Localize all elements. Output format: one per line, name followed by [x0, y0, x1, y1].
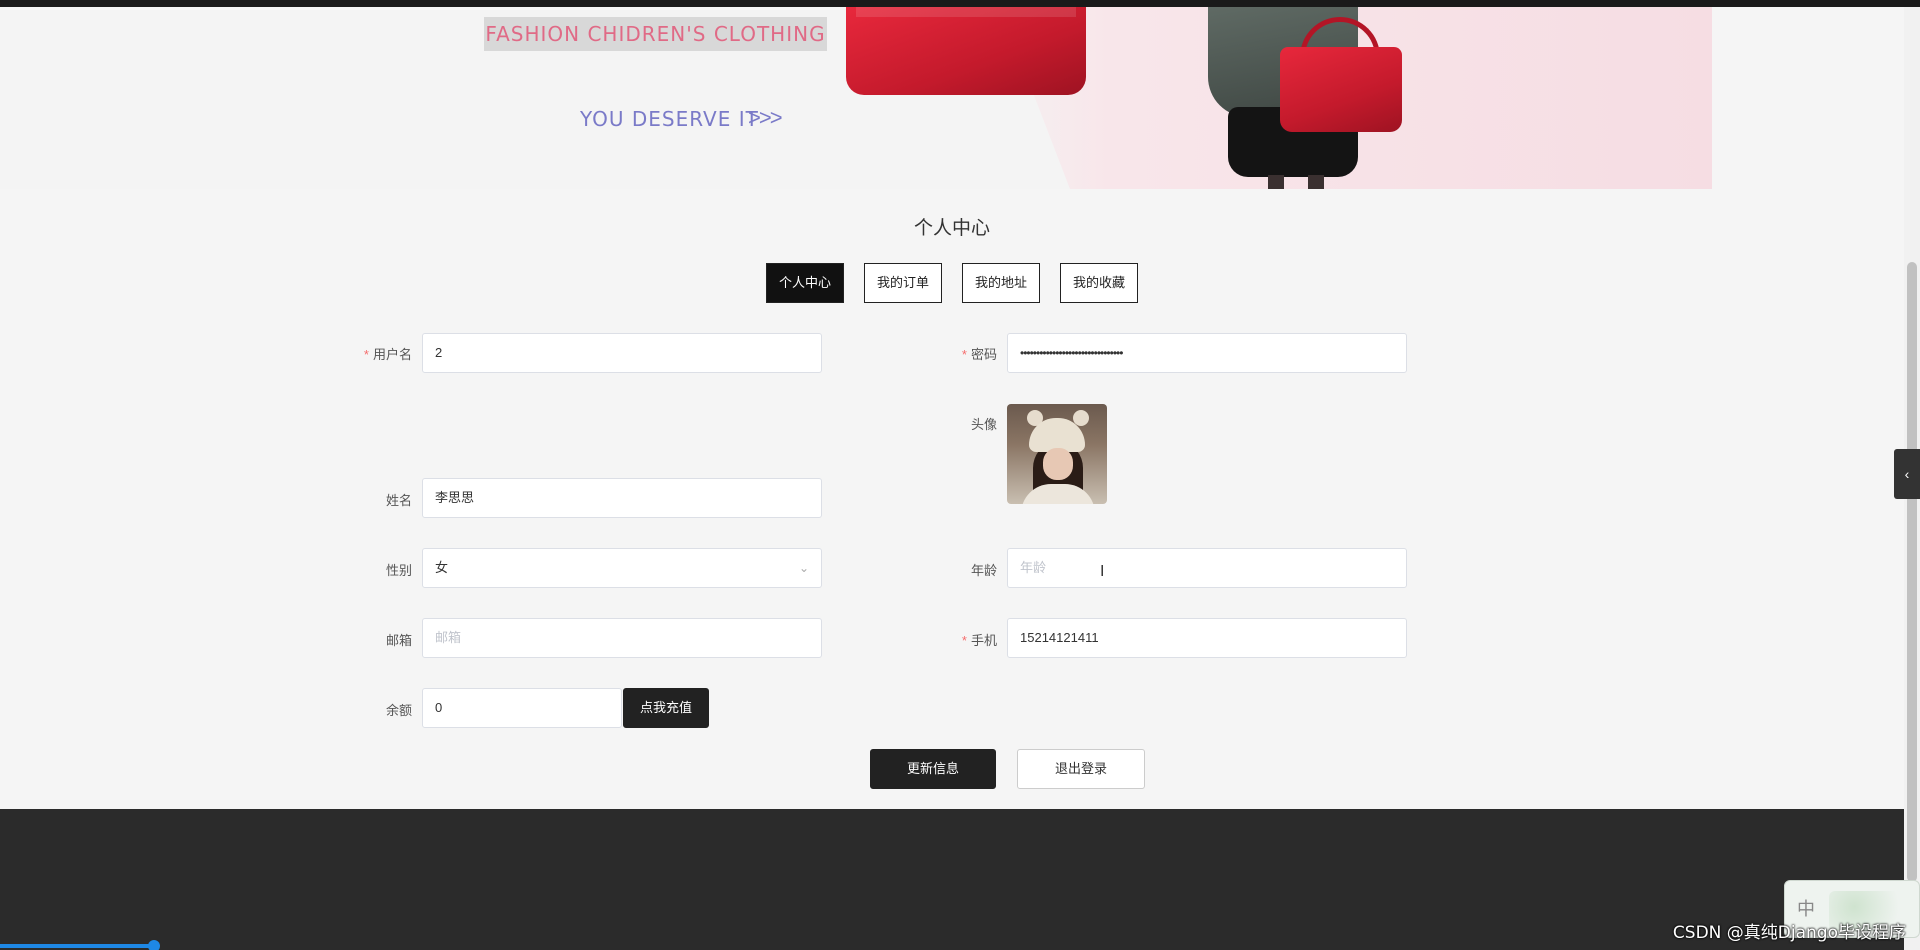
text-cursor-icon: I: [1100, 563, 1105, 580]
top-strip: [0, 0, 1920, 7]
age-input[interactable]: 年龄: [1007, 548, 1407, 588]
age-label: 年龄: [970, 563, 997, 578]
page-title: 个人中心: [913, 218, 990, 239]
chevron-down-icon: ⌄: [798, 561, 809, 575]
avatar-upload[interactable]: [1007, 404, 1107, 504]
model-leg: [1268, 175, 1284, 189]
tab-personal-center[interactable]: 个人中心: [766, 263, 844, 303]
required-marker: *: [961, 633, 967, 648]
phone-label: * 手机: [917, 630, 997, 649]
password-label-text: 密码: [970, 347, 997, 362]
name-input[interactable]: 李思思: [422, 478, 822, 518]
email-input[interactable]: 邮箱: [422, 618, 822, 658]
required-marker: *: [961, 347, 967, 362]
scrollbar-thumb[interactable]: [1907, 262, 1917, 882]
gender-select-value: 女: [435, 560, 449, 575]
required-marker: *: [363, 347, 369, 362]
tab-my-address[interactable]: 我的地址: [962, 263, 1040, 303]
side-panel-toggle[interactable]: ‹: [1894, 449, 1920, 499]
recharge-button[interactable]: 点我充值: [623, 688, 709, 728]
banner-slogan: YOU DESERVE IT: [580, 107, 759, 131]
red-handbag-image: [846, 7, 1086, 95]
balance-input[interactable]: 0: [422, 688, 622, 728]
balance-label: 余额: [385, 703, 412, 718]
username-input[interactable]: 2: [422, 333, 822, 373]
username-label: * 用户名: [332, 344, 412, 363]
phone-label-text: 手机: [970, 633, 997, 648]
video-progress-bar[interactable]: [0, 944, 150, 948]
gender-label: 性别: [385, 563, 412, 578]
banner-tag: FASHION CHIDREN'S CLOTHING: [484, 17, 827, 51]
gender-select[interactable]: 女 ⌄: [422, 548, 822, 588]
avatar-face: [1043, 448, 1073, 480]
video-progress-handle[interactable]: [148, 940, 160, 950]
tab-my-favorites[interactable]: 我的收藏: [1060, 263, 1138, 303]
username-label-text: 用户名: [372, 347, 412, 362]
logout-button[interactable]: 退出登录: [1017, 749, 1145, 789]
tab-my-orders[interactable]: 我的订单: [864, 263, 942, 303]
model-leg: [1308, 175, 1324, 189]
chevrons-right-icon: >>>: [748, 105, 783, 130]
avatar-label: 头像: [970, 417, 997, 432]
chevron-left-icon: ‹: [1904, 466, 1910, 482]
name-label: 姓名: [385, 493, 412, 508]
watermark: CSDN @真纯Django毕设程序: [1672, 923, 1906, 943]
password-label: * 密码: [917, 344, 997, 363]
phone-input[interactable]: 15214121411: [1007, 618, 1407, 658]
password-input[interactable]: ••••••••••••••••••••••••••••••••: [1007, 333, 1407, 373]
update-info-button[interactable]: 更新信息: [870, 749, 996, 789]
hero-banner[interactable]: FASHION CHIDREN'S CLOTHING YOU DESERVE I…: [0, 7, 1712, 189]
email-label: 邮箱: [385, 633, 412, 648]
red-handbag-image: [1280, 47, 1402, 132]
page-footer: [0, 809, 1904, 950]
